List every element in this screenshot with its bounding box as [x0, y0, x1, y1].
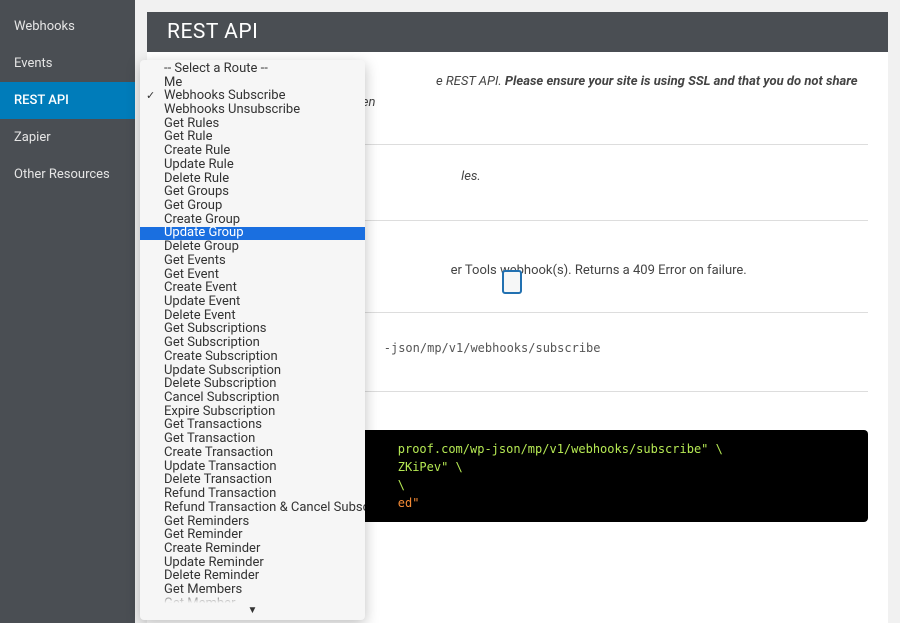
sidebar-nav: Webhooks Events REST API Zapier Other Re…	[0, 0, 135, 623]
dropdown-item[interactable]: Refund Transaction	[140, 487, 365, 501]
sidebar-item-zapier[interactable]: Zapier	[0, 119, 135, 156]
route-dropdown[interactable]: -- Select a Route --Me✓Webhooks Subscrib…	[140, 60, 365, 620]
dropdown-item[interactable]: Get Events	[140, 254, 365, 268]
dropdown-item[interactable]: Update Event	[140, 295, 365, 309]
dropdown-item[interactable]: Refund Transaction & Cancel Subscription	[140, 501, 365, 515]
dropdown-item[interactable]: Create Rule	[140, 144, 365, 158]
dropdown-item[interactable]: Delete Group	[140, 240, 365, 254]
dropdown-item[interactable]: Create Subscription	[140, 350, 365, 364]
check-icon: ✓	[146, 90, 155, 102]
page-title: REST API	[147, 12, 888, 52]
dropdown-item[interactable]: Update Rule	[140, 158, 365, 172]
action-button[interactable]	[502, 270, 522, 294]
dropdown-item[interactable]: Cancel Subscription	[140, 391, 365, 405]
sidebar-item-rest-api[interactable]: REST API	[0, 82, 135, 119]
dropdown-item[interactable]: Create Reminder	[140, 542, 365, 556]
dropdown-placeholder[interactable]: -- Select a Route --	[140, 62, 365, 76]
dropdown-item[interactable]: Webhooks Unsubscribe	[140, 103, 365, 117]
sidebar-item-other-resources[interactable]: Other Resources	[0, 156, 135, 193]
sidebar-item-events[interactable]: Events	[0, 45, 135, 82]
dropdown-scroll-down-icon[interactable]: ▼	[140, 606, 365, 620]
dropdown-item[interactable]: Get Group	[140, 199, 365, 213]
dropdown-item[interactable]: Create Transaction	[140, 446, 365, 460]
sidebar-item-webhooks[interactable]: Webhooks	[0, 8, 135, 45]
